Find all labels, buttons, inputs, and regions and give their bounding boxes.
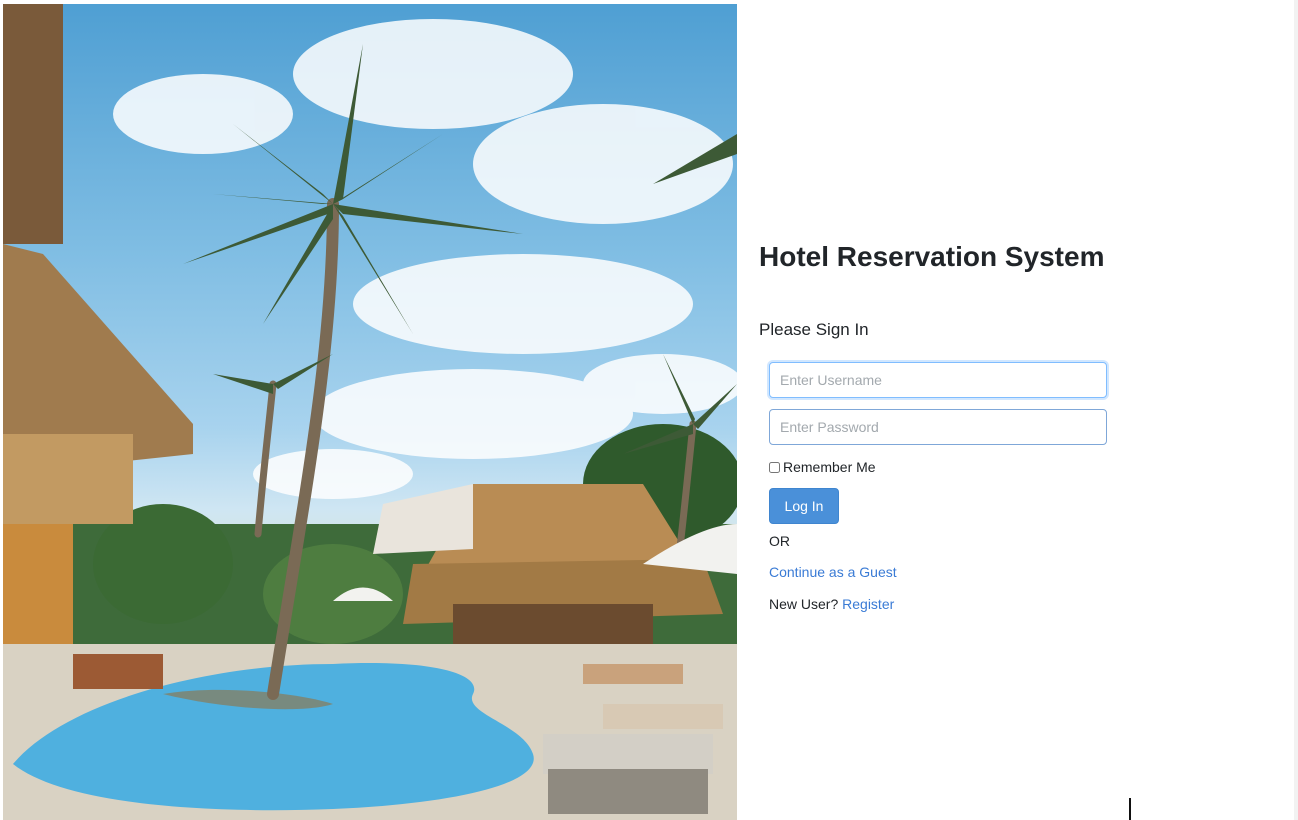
text-cursor-icon — [1129, 798, 1131, 820]
new-user-text: New User? — [769, 596, 839, 612]
continue-as-guest-link[interactable]: Continue as a Guest — [769, 564, 897, 580]
remember-me-label: Remember Me — [783, 459, 876, 475]
hero-illustration — [3, 4, 737, 820]
username-input[interactable] — [769, 362, 1107, 398]
register-link[interactable]: Register — [842, 596, 894, 612]
login-form: Remember Me Log In OR Continue as a Gues… — [769, 362, 1107, 612]
register-row: New User? Register — [769, 596, 1107, 612]
window-edge — [1294, 0, 1298, 820]
login-button[interactable]: Log In — [769, 488, 839, 524]
password-input[interactable] — [769, 409, 1107, 445]
remember-me-checkbox[interactable] — [769, 461, 780, 473]
or-divider: OR — [769, 533, 790, 549]
remember-me[interactable]: Remember Me — [769, 458, 1107, 476]
page-title: Hotel Reservation System — [759, 241, 1105, 272]
sign-in-heading: Please Sign In — [759, 320, 869, 339]
login-panel: Hotel Reservation System Please Sign In … — [759, 0, 1159, 820]
hero-photo — [3, 4, 737, 820]
